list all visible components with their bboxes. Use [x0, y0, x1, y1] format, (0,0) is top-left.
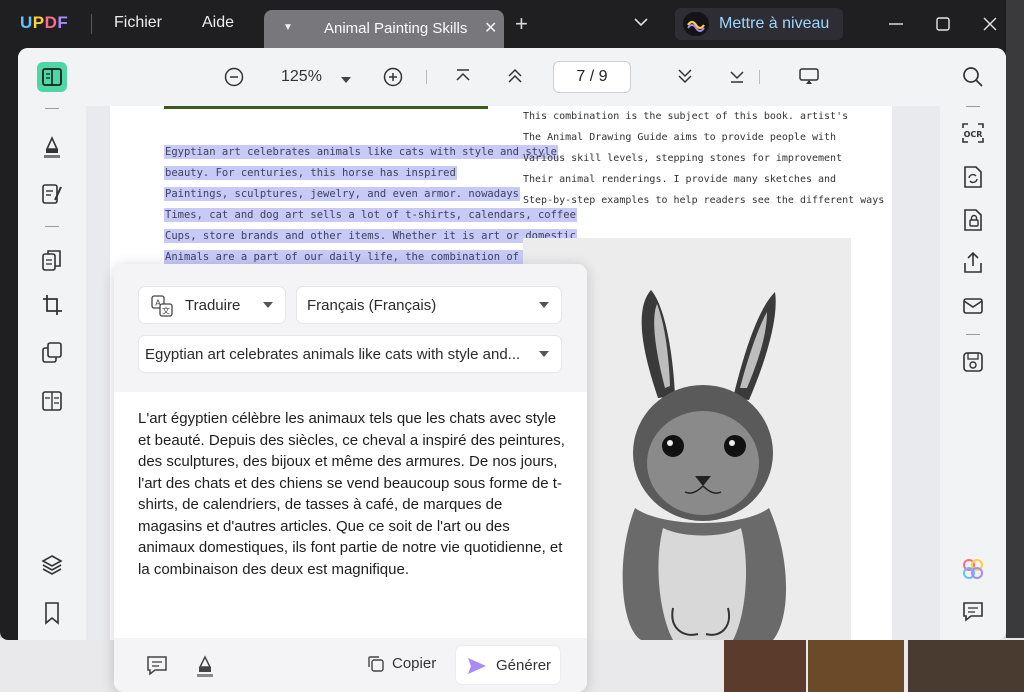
background-thumbnail — [808, 640, 904, 692]
svg-text:文: 文 — [162, 306, 170, 316]
left-sidebar — [18, 48, 86, 640]
ai-assistant-icon[interactable] — [958, 554, 988, 584]
presentation-icon[interactable] — [798, 66, 820, 91]
save-icon[interactable] — [958, 347, 988, 377]
previous-page-icon[interactable] — [505, 66, 525, 91]
page-text-line: The Animal Drawing Guide aims to provide… — [523, 132, 837, 143]
layers-icon[interactable] — [37, 550, 67, 580]
sidebar-divider — [45, 226, 59, 227]
tab-title: Animal Painting Skills — [324, 20, 468, 37]
highlighted-line[interactable]: Times, cat and dog art sells a lot of t-… — [164, 208, 577, 222]
current-page: 7 — [576, 68, 586, 85]
next-page-icon[interactable] — [675, 66, 695, 91]
translation-result: L'art égyptien célèbre les animaux tels … — [138, 410, 565, 578]
generate-button[interactable]: Générer — [455, 645, 561, 685]
reader-icon[interactable] — [37, 62, 67, 92]
source-text: Egyptian art celebrates animals like cat… — [145, 346, 521, 363]
generate-label: Générer — [496, 657, 552, 674]
toolbar-divider — [426, 70, 427, 84]
share-icon[interactable] — [958, 248, 988, 278]
close-tab-icon[interactable]: ✕ — [484, 18, 497, 38]
language-label: Français (Français) — [307, 297, 437, 314]
upgrade-button[interactable]: Mettre à niveau — [675, 8, 843, 40]
mode-label: Traduire — [185, 297, 241, 314]
last-page-icon[interactable] — [727, 66, 747, 91]
highlighted-line[interactable]: Cups, store brands and other items. Whet… — [164, 229, 577, 243]
search-icon[interactable] — [958, 62, 988, 92]
maximize-icon[interactable] — [931, 12, 955, 36]
document-tab[interactable]: ▼ Animal Painting Skills ✕ — [264, 10, 504, 48]
svg-text:OCR: OCR — [964, 130, 983, 139]
page-text-line: Step-by-step examples to help readers se… — [523, 195, 885, 206]
highlighted-line[interactable]: beauty. For centuries, this horse has in… — [164, 166, 457, 180]
chevron-down-icon — [263, 302, 273, 308]
sidebar-divider — [966, 106, 980, 107]
view-toolbar: 125% 7 / 9 — [86, 48, 940, 106]
highlighter-icon[interactable] — [37, 132, 67, 162]
form-icon[interactable] — [37, 386, 67, 416]
edit-text-icon[interactable] — [37, 179, 67, 209]
marker-icon[interactable] — [194, 654, 216, 683]
copy-label: Copier — [392, 655, 437, 672]
page-text-line: Various skill levels, stepping stones fo… — [523, 153, 843, 164]
zoom-dropdown-icon[interactable] — [340, 72, 352, 90]
tab-menu-icon[interactable]: ▼ — [283, 22, 293, 33]
highlighted-line[interactable]: Paintings, sculptures, jewelry, and even… — [164, 187, 521, 201]
convert-icon[interactable] — [37, 338, 67, 368]
title-bar: UPDF Fichier Aide ▼ Animal Painting Skil… — [0, 0, 1006, 48]
page-separator: / — [589, 68, 595, 85]
sidebar-divider — [45, 108, 59, 109]
highlighted-line[interactable]: Egyptian art celebrates animals like cat… — [164, 145, 558, 159]
toolbar-divider — [759, 70, 760, 84]
chevron-down-icon[interactable] — [633, 14, 649, 35]
chevron-down-icon — [539, 302, 549, 308]
upgrade-label: Mettre à niveau — [719, 15, 830, 32]
page-image-edge — [164, 106, 488, 109]
page-text-line: This combination is the subject of this … — [523, 111, 849, 122]
zoom-level[interactable]: 125% — [281, 68, 322, 86]
zoom-in-icon[interactable] — [382, 66, 404, 93]
premium-icon — [683, 12, 709, 36]
sidebar-divider — [966, 334, 980, 335]
background-thumbnail — [908, 640, 1024, 692]
total-pages: 9 — [598, 68, 608, 85]
language-select[interactable]: Français (Français) — [296, 286, 562, 324]
title-separator — [91, 14, 92, 34]
source-text-select[interactable]: Egyptian art celebrates animals like cat… — [138, 335, 562, 373]
copy-icon — [368, 656, 384, 672]
menu-file[interactable]: Fichier — [114, 14, 162, 32]
ocr-icon[interactable]: OCR — [958, 118, 988, 148]
background-thumbnail — [724, 640, 806, 692]
close-window-icon[interactable] — [978, 12, 1002, 36]
convert-pdf-icon[interactable] — [958, 162, 988, 192]
chat-icon[interactable] — [145, 654, 169, 683]
crop-icon[interactable] — [37, 290, 67, 320]
translate-actions: Copier Générer — [114, 638, 587, 692]
translate-panel: A文 Traduire Français (Français) Egyptian… — [114, 264, 587, 692]
highlighted-line[interactable]: Animals are a part of our daily life, th… — [164, 250, 571, 264]
menu-help[interactable]: Aide — [202, 14, 234, 32]
pages-icon[interactable] — [37, 246, 67, 276]
first-page-icon[interactable] — [453, 66, 473, 91]
translate-options: A文 Traduire Français (Français) Egyptian… — [114, 264, 587, 392]
minimize-icon[interactable] — [884, 12, 908, 36]
translate-icon: A文 — [151, 295, 173, 322]
email-icon[interactable] — [958, 291, 988, 321]
page-number-field[interactable]: 7 / 9 — [553, 61, 631, 93]
send-icon — [468, 658, 486, 674]
new-tab-icon[interactable]: + — [515, 13, 528, 35]
updf-logo: UPDF — [20, 13, 69, 32]
page-text-line: Their animal renderings. I provide many … — [523, 174, 837, 185]
zoom-out-icon[interactable] — [223, 66, 245, 93]
desktop-edge — [1006, 0, 1024, 692]
comment-icon[interactable] — [958, 596, 988, 626]
right-sidebar: OCR — [940, 48, 1006, 640]
chevron-down-icon — [539, 351, 549, 357]
mode-select[interactable]: A文 Traduire — [138, 286, 286, 324]
protect-icon[interactable] — [958, 205, 988, 235]
bookmark-icon[interactable] — [37, 598, 67, 628]
